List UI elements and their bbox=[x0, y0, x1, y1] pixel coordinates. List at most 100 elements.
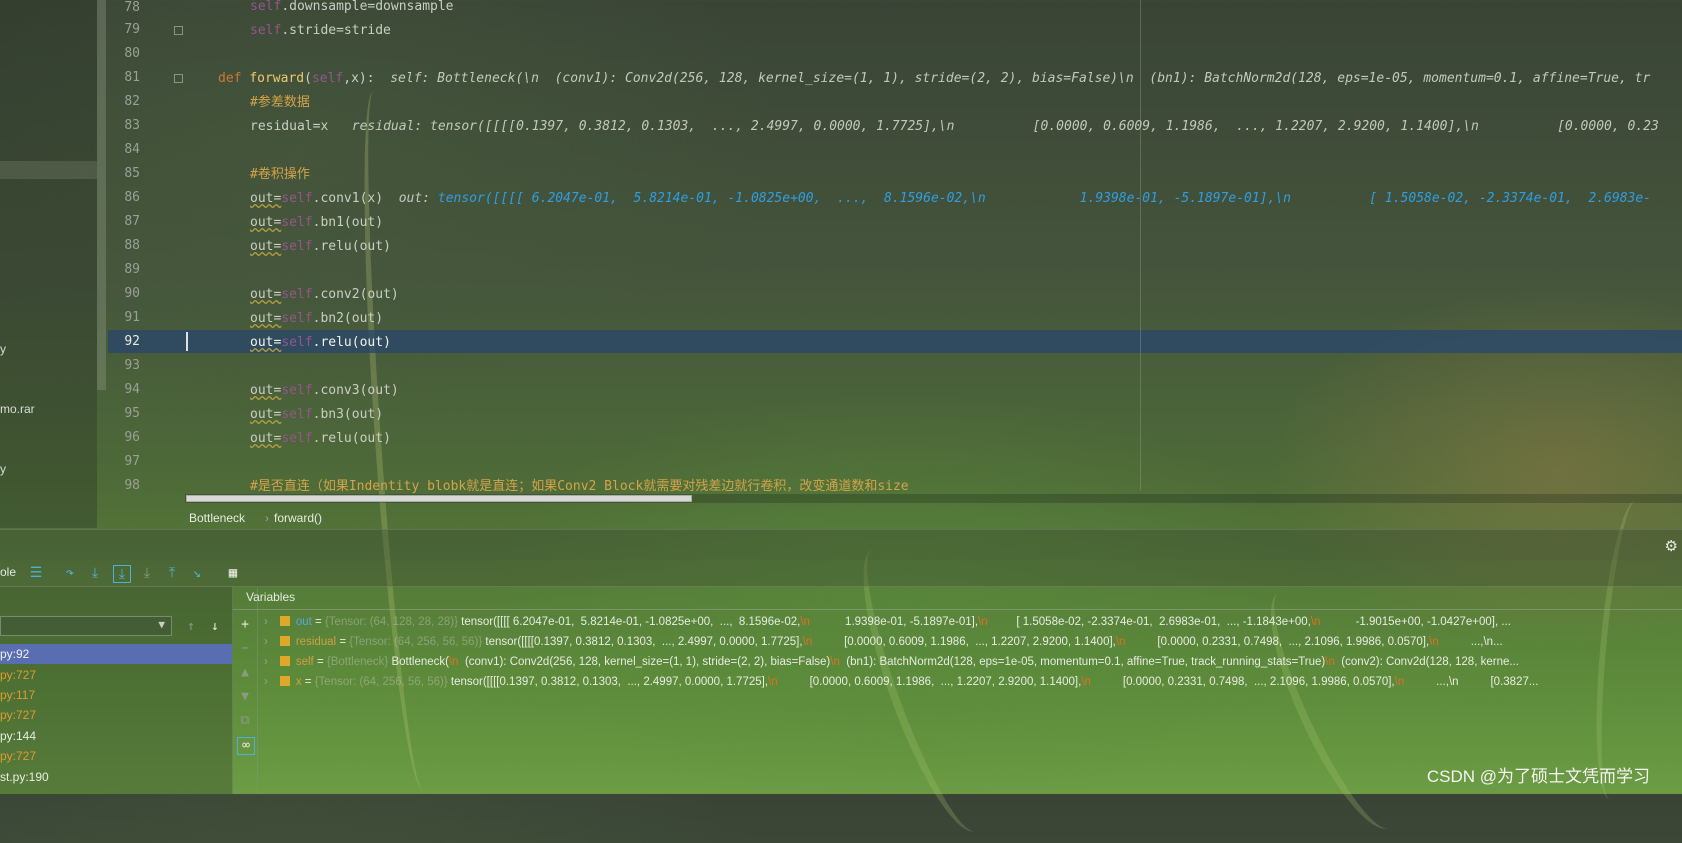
frame-item[interactable]: st.py:190 bbox=[0, 767, 232, 787]
newline-marker: \n bbox=[768, 676, 778, 688]
variable-row-out[interactable]: › out = {Tensor: (64, 128, 28, 28)} tenso… bbox=[264, 612, 1511, 632]
code-text: ( bbox=[304, 71, 312, 86]
self-token: self bbox=[281, 215, 313, 230]
expand-arrow-icon[interactable]: › bbox=[264, 636, 268, 648]
variable-icon bbox=[279, 676, 290, 686]
debugger-toolbar: ole ☰ ↷ ⤓ ⤓ ⤓ ⤒ ↘ ▦ bbox=[0, 560, 1682, 587]
thread-selector[interactable]: ▼ bbox=[0, 616, 172, 636]
code-text: out= bbox=[250, 311, 282, 326]
variable-name: residual bbox=[295, 636, 337, 648]
code-line-91: out=self.bn2(out) bbox=[250, 308, 383, 330]
force-step-into-icon[interactable]: ⤓ bbox=[139, 565, 155, 581]
breadcrumb-class[interactable]: Bottleneck bbox=[189, 511, 245, 525]
newline-marker: \n bbox=[978, 616, 988, 628]
variable-row-x[interactable]: › x = {Tensor: (64, 256, 56, 56)} tensor(… bbox=[264, 672, 1538, 692]
project-item[interactable]: mo.rar bbox=[0, 402, 35, 416]
project-selected-row[interactable] bbox=[0, 161, 97, 179]
minus-icon[interactable]: − bbox=[237, 641, 253, 657]
move-down-icon[interactable]: ▼ bbox=[237, 689, 253, 705]
inline-debug-value: tensor([[[[ 6.2047e-01, 5.8214e-01, -1.0… bbox=[437, 191, 1652, 206]
newline-marker: \n bbox=[1394, 676, 1405, 688]
expand-arrow-icon[interactable]: › bbox=[264, 616, 268, 628]
variable-value: 1.9398e-01, -5.1897e-01], bbox=[809, 616, 979, 628]
code-text: .relu(out) bbox=[312, 239, 391, 254]
newline-marker: \n bbox=[1325, 656, 1335, 668]
code-line-88: out=self.relu(out) bbox=[250, 236, 391, 258]
self-token: self bbox=[281, 191, 313, 206]
self-token: self bbox=[250, 0, 282, 14]
newline-marker: \n bbox=[802, 636, 813, 648]
breadcrumb-method[interactable]: forward() bbox=[274, 511, 322, 525]
code-line-92: out=self.relu(out) bbox=[250, 332, 391, 354]
frame-item[interactable]: py:727 bbox=[0, 705, 232, 725]
variable-value: tensor([[[[ 6.2047e-01, 5.8214e-01, -1.0… bbox=[461, 616, 801, 628]
expand-arrow-icon[interactable]: › bbox=[264, 656, 268, 668]
code-text: .bn3(out) bbox=[312, 407, 384, 422]
variables-title: Variables bbox=[246, 590, 296, 604]
frame-item[interactable]: py:727 bbox=[0, 665, 232, 685]
variable-equals: = bbox=[313, 656, 327, 668]
frame-item[interactable]: py:92 bbox=[0, 644, 232, 664]
newline-marker: \n bbox=[1115, 636, 1126, 648]
code-text: out= bbox=[250, 383, 282, 398]
step-over-icon[interactable]: ↷ bbox=[62, 565, 78, 581]
project-item[interactable]: y bbox=[0, 462, 6, 476]
glasses-icon[interactable]: ∞ bbox=[237, 737, 255, 755]
move-up-icon[interactable]: ▲ bbox=[237, 665, 253, 681]
code-text: .conv3(out) bbox=[312, 383, 399, 398]
variable-value: (bn1): BatchNorm2d(128, eps=1e-05, momen… bbox=[839, 656, 1326, 668]
copy-icon[interactable]: ⧉ bbox=[237, 713, 253, 729]
debug-window-header: ⚙ bbox=[0, 529, 1682, 560]
self-token: self bbox=[281, 407, 313, 422]
newline-marker: \n bbox=[1310, 616, 1321, 628]
code-line-78: self.downsample=downsample bbox=[250, 0, 454, 18]
self-token: self bbox=[281, 287, 313, 302]
comment-line-85: #卷积操作 bbox=[250, 167, 310, 182]
frame-item[interactable]: py:727 bbox=[0, 746, 232, 766]
arrow-down-icon[interactable]: ↓ bbox=[211, 619, 219, 634]
scrollbar-thumb[interactable] bbox=[186, 495, 692, 502]
code-editor[interactable]: self.downsample=downsample self.stride=s… bbox=[108, 0, 1682, 500]
keyword-def: def bbox=[218, 71, 250, 86]
breadcrumb-separator: › bbox=[265, 511, 269, 525]
text-caret bbox=[186, 332, 188, 351]
code-text: .downsample=downsample bbox=[281, 0, 454, 14]
variable-row-self[interactable]: › self = {Bottleneck} Bottleneck(\n (conv… bbox=[264, 652, 1519, 672]
step-into-my-code-icon[interactable]: ⤓ bbox=[113, 565, 131, 583]
comment-line-82: #参差数据 bbox=[250, 95, 310, 110]
project-scrollbar[interactable] bbox=[97, 0, 106, 390]
newline-marker: \n bbox=[448, 656, 459, 668]
step-out-icon[interactable]: ⤒ bbox=[164, 565, 180, 581]
code-line-86: out=self.conv1(x) out: tensor([[[[ 6.204… bbox=[250, 188, 1651, 210]
watermark: CSDN @为了硕士文凭而学习 bbox=[1426, 767, 1650, 786]
variable-type: {Tensor: (64, 256, 56, 56)} bbox=[314, 676, 451, 688]
inline-debug-hint: out: bbox=[383, 191, 438, 206]
code-text: .relu(out) bbox=[312, 335, 391, 350]
run-to-cursor-icon[interactable]: ↘ bbox=[189, 565, 205, 581]
arrow-up-icon[interactable]: ↑ bbox=[187, 619, 195, 634]
evaluate-expression-icon[interactable]: ▦ bbox=[225, 565, 241, 581]
gear-icon[interactable]: ⚙ bbox=[1665, 537, 1678, 555]
variable-row-residual[interactable]: › residual = {Tensor: (64, 256, 56, 56)} … bbox=[264, 632, 1503, 652]
frame-item[interactable]: py:144 bbox=[0, 726, 232, 746]
expand-arrow-icon[interactable]: › bbox=[264, 676, 268, 688]
newline-marker: \n bbox=[800, 616, 810, 628]
step-into-icon[interactable]: ⤓ bbox=[87, 565, 103, 581]
console-tab[interactable]: ole bbox=[0, 565, 16, 579]
code-line-83: residual=x residual: tensor([[[[0.1397, … bbox=[250, 116, 1659, 138]
frame-item[interactable]: py:117 bbox=[0, 685, 232, 705]
newline-marker: \n bbox=[830, 656, 840, 668]
show-execution-point-icon[interactable]: ☰ bbox=[28, 565, 44, 581]
variable-value: tensor([[[[0.1397, 0.3812, 0.1303, ..., … bbox=[450, 676, 769, 688]
variable-icon bbox=[279, 656, 290, 666]
project-item[interactable]: y bbox=[0, 342, 6, 356]
code-line-95: out=self.bn3(out) bbox=[250, 404, 383, 426]
code-text: ,x): bbox=[343, 71, 375, 86]
function-name: forward bbox=[249, 71, 305, 86]
variable-value: [0.0000, 0.6009, 1.1986, ..., 1.2207, 2.… bbox=[812, 636, 1116, 648]
code-text: out= bbox=[250, 215, 282, 230]
plus-icon[interactable]: + bbox=[237, 617, 253, 633]
variable-value: Bottleneck( bbox=[391, 656, 449, 668]
code-text: out= bbox=[250, 407, 282, 422]
code-text: .stride=stride bbox=[281, 23, 391, 38]
